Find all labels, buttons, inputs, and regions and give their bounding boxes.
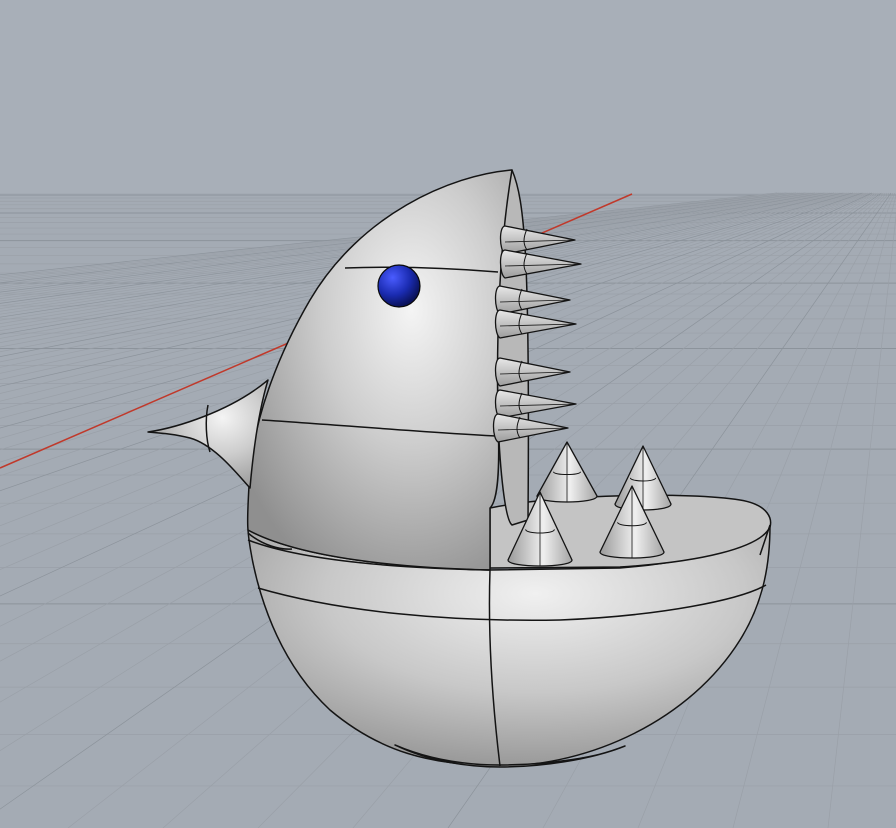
viewport-canvas[interactable] [0,0,896,828]
3d-viewport[interactable] [0,0,896,828]
eye-sphere [377,264,421,308]
